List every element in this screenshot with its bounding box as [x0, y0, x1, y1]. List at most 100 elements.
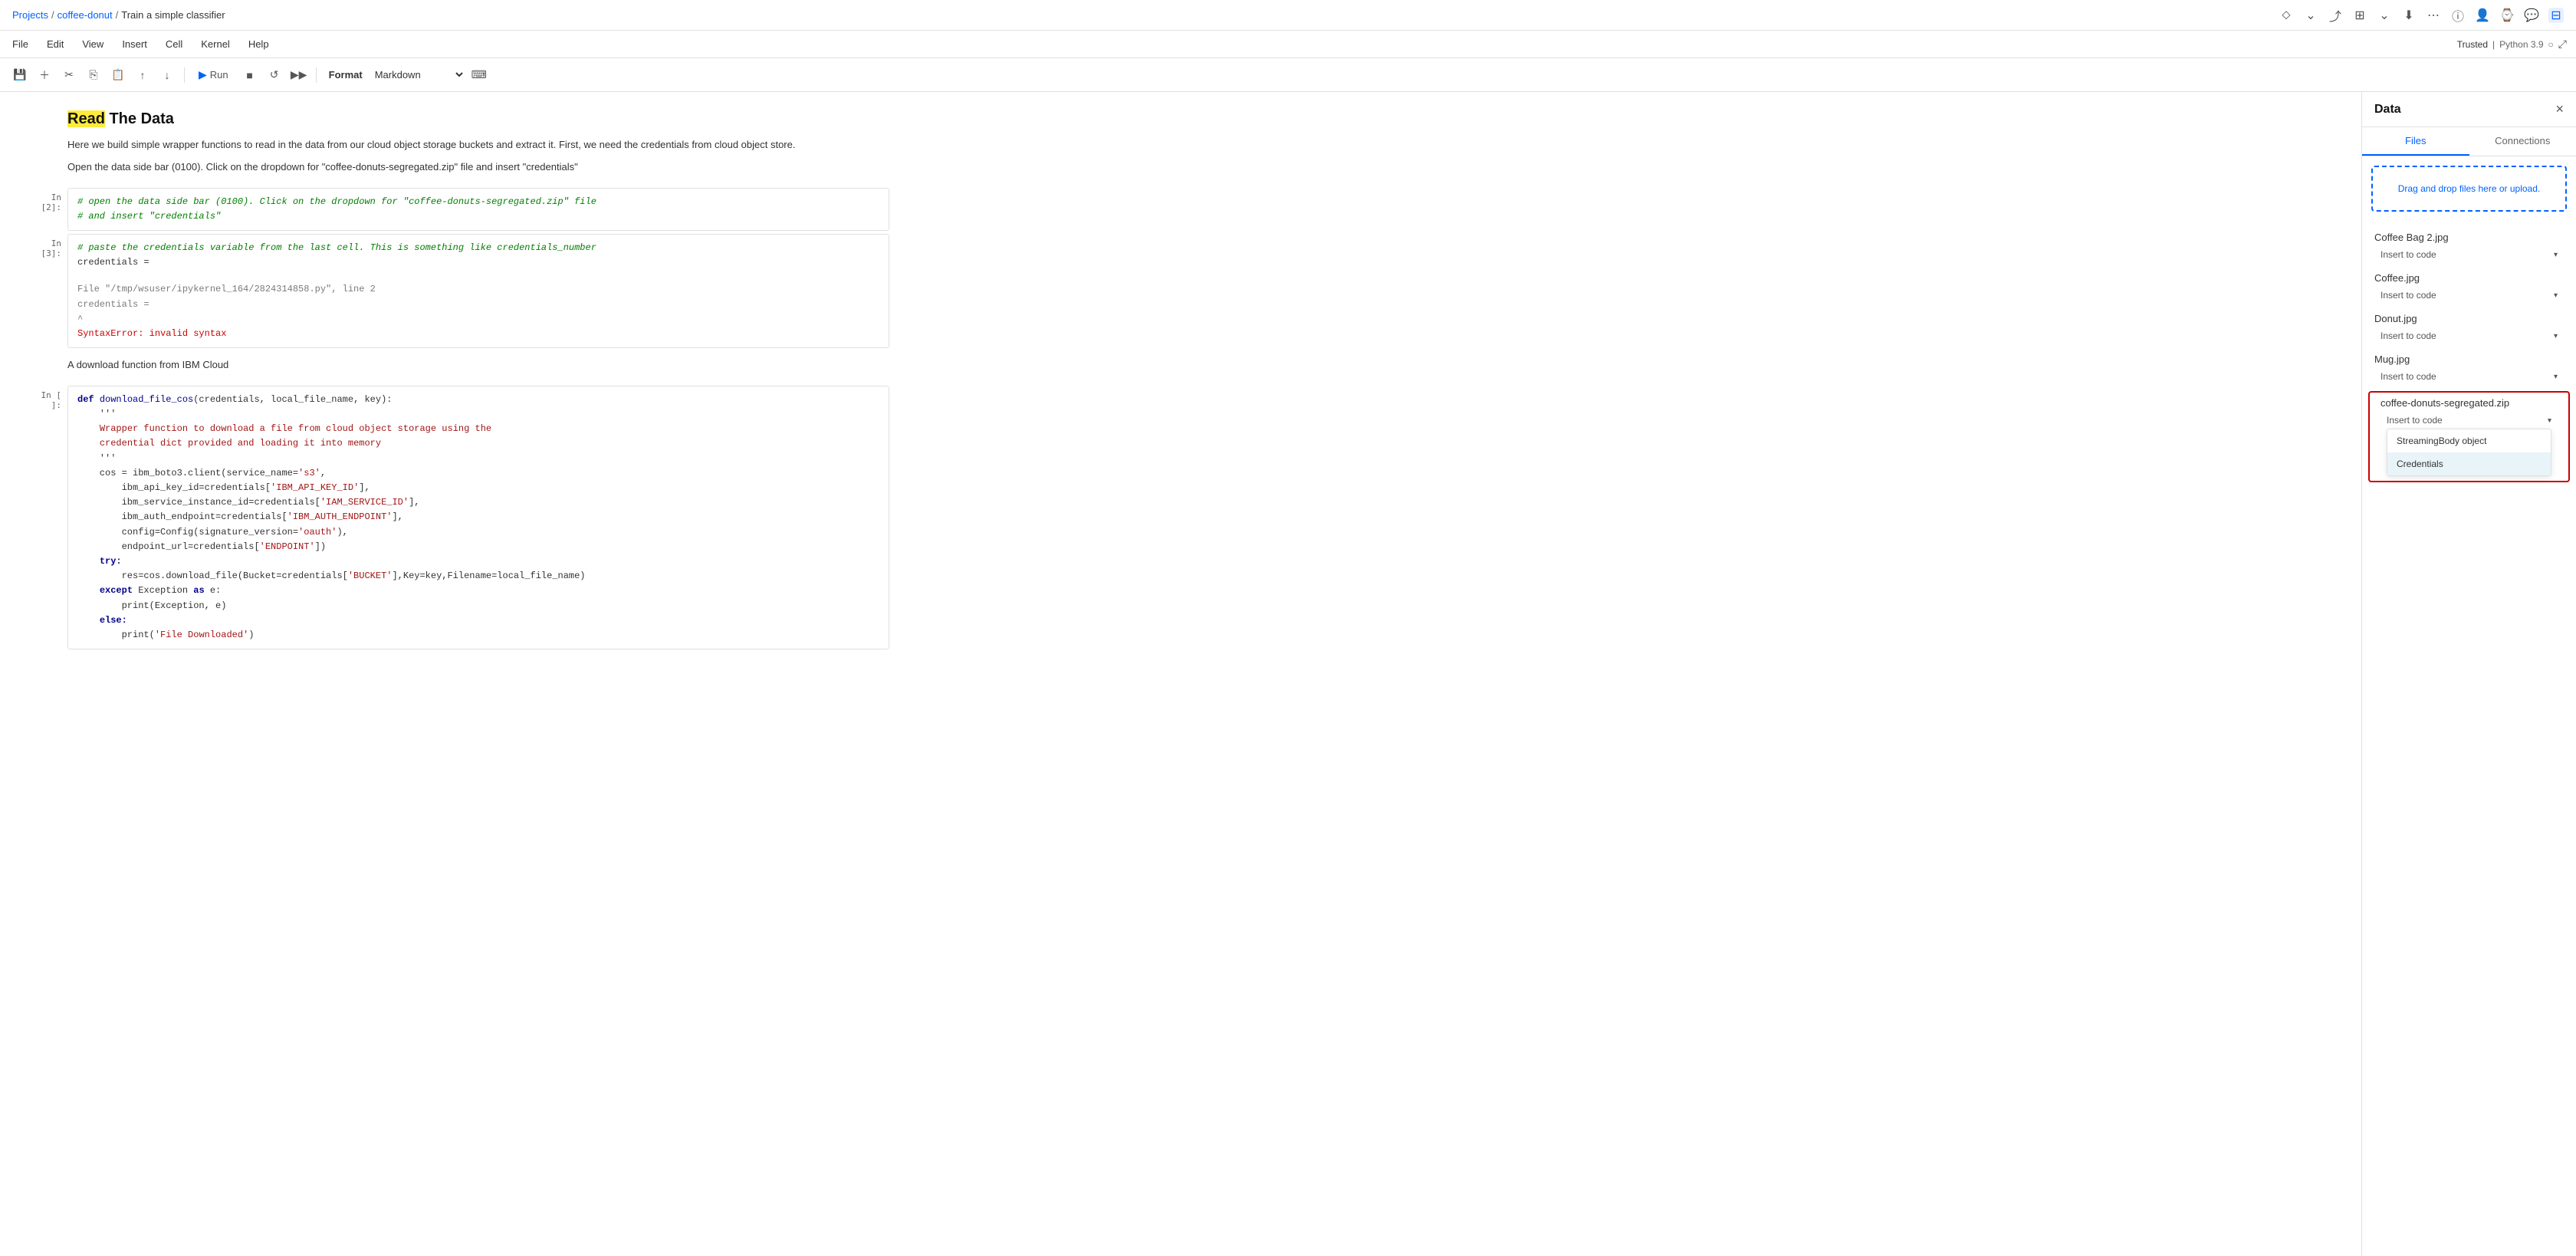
more-icon[interactable]: ⋯ — [2426, 8, 2441, 23]
trusted-badge: Trusted | Python 3.9 ○ ⤢ — [2457, 38, 2567, 51]
title-highlight: Read — [67, 110, 105, 127]
menu-file[interactable]: File — [9, 38, 31, 50]
cut-button[interactable]: ✂ — [58, 64, 80, 86]
markdown-cell-title: Read The Data Here we build simple wrapp… — [31, 104, 889, 188]
keyboard-button[interactable]: ⌨ — [468, 64, 490, 86]
notebook-area[interactable]: Read The Data Here we build simple wrapp… — [0, 92, 2361, 1256]
file-item-zip: coffee-donuts-segregated.zip Insert to c… — [2368, 391, 2570, 482]
breadcrumb-coffee-donut[interactable]: coffee-donut — [58, 9, 113, 21]
menu-edit[interactable]: Edit — [44, 38, 67, 50]
dropdown-streaming[interactable]: StreamingBody object — [2387, 429, 2551, 452]
cell4-code[interactable]: def download_file_cos(credentials, local… — [68, 386, 889, 649]
kw-except: except — [100, 585, 133, 596]
cell3-body[interactable]: # paste the credentials variable from th… — [67, 234, 889, 348]
insert-label-donut: Insert to code — [2380, 330, 2436, 341]
insert-row-donut[interactable]: Insert to code ▾ — [2374, 327, 2564, 344]
breadcrumb-projects[interactable]: Projects — [12, 9, 48, 21]
panel-close-button[interactable]: × — [2555, 101, 2564, 117]
file-name-coffee: Coffee.jpg — [2374, 272, 2564, 284]
chevron-coffee: ▾ — [2554, 291, 2558, 300]
str-auth: 'IBM_AUTH_ENDPOINT' — [288, 511, 393, 522]
expand-icon[interactable]: ⤢ — [2558, 38, 2567, 51]
cell2-label: In [2]: — [31, 188, 67, 231]
move-down-button[interactable]: ↓ — [156, 64, 178, 86]
insert-row-coffee[interactable]: Insert to code ▾ — [2374, 287, 2564, 304]
file-item-mug: Mug.jpg Insert to code ▾ — [2362, 349, 2576, 390]
para1: Here we build simple wrapper functions t… — [67, 137, 889, 153]
move-up-button[interactable]: ↑ — [132, 64, 153, 86]
code-cell-4: In [ ]: def download_file_cos(credential… — [31, 386, 889, 649]
kw-def: def — [77, 394, 94, 405]
chevron-down2-icon[interactable]: ⌄ — [2377, 8, 2392, 23]
file-item-coffee-bag: Coffee Bag 2.jpg Insert to code ▾ — [2362, 227, 2576, 268]
chevron-zip: ▴ — [2548, 416, 2551, 425]
menu-kernel[interactable]: Kernel — [198, 38, 233, 50]
stop-button[interactable]: ■ — [239, 64, 261, 86]
format-label: Format — [329, 69, 363, 81]
filter-icon[interactable]: ⬦ — [2279, 8, 2294, 23]
breadcrumb-sep2: / — [116, 9, 119, 21]
chevron-mug: ▾ — [2554, 373, 2558, 381]
cell2-body[interactable]: # open the data side bar (0100). Click o… — [67, 188, 889, 231]
insert-row-zip[interactable]: Insert to code ▴ — [2380, 412, 2558, 429]
notebook-content: Read The Data Here we build simple wrapp… — [0, 92, 920, 665]
copy-button[interactable]: ⎘ — [83, 64, 104, 86]
markdown-cell-download: A download function from IBM Cloud — [31, 351, 889, 386]
breadcrumb-current: Train a simple classifier — [121, 9, 225, 21]
cell3-code[interactable]: # paste the credentials variable from th… — [68, 235, 889, 276]
insert-row-mug[interactable]: Insert to code ▾ — [2374, 368, 2564, 385]
panel-title: Data — [2374, 103, 2401, 117]
cell3-comment: # paste the credentials variable from th… — [77, 242, 596, 253]
panel-tabs: Files Connections — [2362, 127, 2576, 156]
insert-label-coffee-bag: Insert to code — [2380, 249, 2436, 260]
run-button[interactable]: ▶ Run — [191, 65, 236, 84]
kw-try: try: — [100, 556, 122, 567]
insert-dropdown-zip: StreamingBody object Credentials — [2387, 429, 2551, 476]
info-icon[interactable]: ⓘ — [2450, 8, 2466, 23]
cell2-comment1: # open the data side bar (0100). Click o… — [77, 196, 596, 207]
str-downloaded: 'File Downloaded' — [155, 630, 248, 640]
cell2-code[interactable]: # open the data side bar (0100). Click o… — [68, 189, 889, 230]
menu-cell[interactable]: Cell — [163, 38, 186, 50]
breadcrumb: Projects / coffee-donut / Train a simple… — [12, 9, 2279, 21]
insert-label-mug: Insert to code — [2380, 371, 2436, 382]
cell4-label: In [ ]: — [31, 386, 67, 649]
right-panel: Data × Files Connections Drag and drop f… — [2361, 92, 2576, 1256]
kw-as: as — [193, 585, 204, 596]
kernel-status-icon: ○ — [2548, 39, 2554, 50]
paste-button[interactable]: 📋 — [107, 64, 129, 86]
cell4-body[interactable]: def download_file_cos(credentials, local… — [67, 386, 889, 649]
upload-area[interactable]: Drag and drop files here or upload. — [2371, 166, 2567, 212]
menu-insert[interactable]: Insert — [119, 38, 150, 50]
save-button[interactable]: 💾 — [9, 64, 31, 86]
tab-files[interactable]: Files — [2362, 127, 2469, 156]
para2: Open the data side bar (0100). Click on … — [67, 159, 889, 176]
file-name-mug: Mug.jpg — [2374, 353, 2564, 365]
table-icon[interactable]: ⊞ — [2352, 8, 2367, 23]
chevron-down-icon[interactable]: ⌄ — [2303, 8, 2318, 23]
str-bucket: 'BUCKET' — [348, 570, 393, 581]
str-wrapper2: credential dict provided and loading it … — [100, 438, 381, 449]
separator: | — [2492, 39, 2495, 50]
person-icon[interactable]: 👤 — [2475, 8, 2490, 23]
top-nav: Projects / coffee-donut / Train a simple… — [0, 0, 2576, 31]
tab-connections[interactable]: Connections — [2469, 127, 2576, 156]
history-icon[interactable]: ⌚ — [2499, 8, 2515, 23]
restart-button[interactable]: ↺ — [264, 64, 285, 86]
cell3-error: SyntaxError: invalid syntax — [77, 327, 879, 341]
chevron-coffee-bag: ▾ — [2554, 251, 2558, 259]
download-icon[interactable]: ⬇ — [2401, 8, 2417, 23]
restart-run-button[interactable]: ▶▶ — [288, 64, 310, 86]
menu-bar: File Edit View Insert Cell Kernel Help T… — [0, 31, 2576, 58]
insert-label-zip: Insert to code — [2387, 415, 2443, 426]
menu-help[interactable]: Help — [245, 38, 272, 50]
share-icon[interactable]: ⤴ — [2328, 8, 2343, 23]
comment-icon[interactable]: 💬 — [2524, 8, 2539, 23]
insert-row-coffee-bag[interactable]: Insert to code ▾ — [2374, 246, 2564, 263]
kw-else: else: — [100, 615, 127, 626]
format-select[interactable]: Markdown Code Raw NBConvert Heading — [366, 65, 465, 84]
panel-icon[interactable]: ⊟ — [2548, 8, 2564, 23]
add-cell-button[interactable]: ＋ — [34, 64, 55, 86]
menu-view[interactable]: View — [79, 38, 107, 50]
dropdown-credentials[interactable]: Credentials — [2387, 452, 2551, 475]
